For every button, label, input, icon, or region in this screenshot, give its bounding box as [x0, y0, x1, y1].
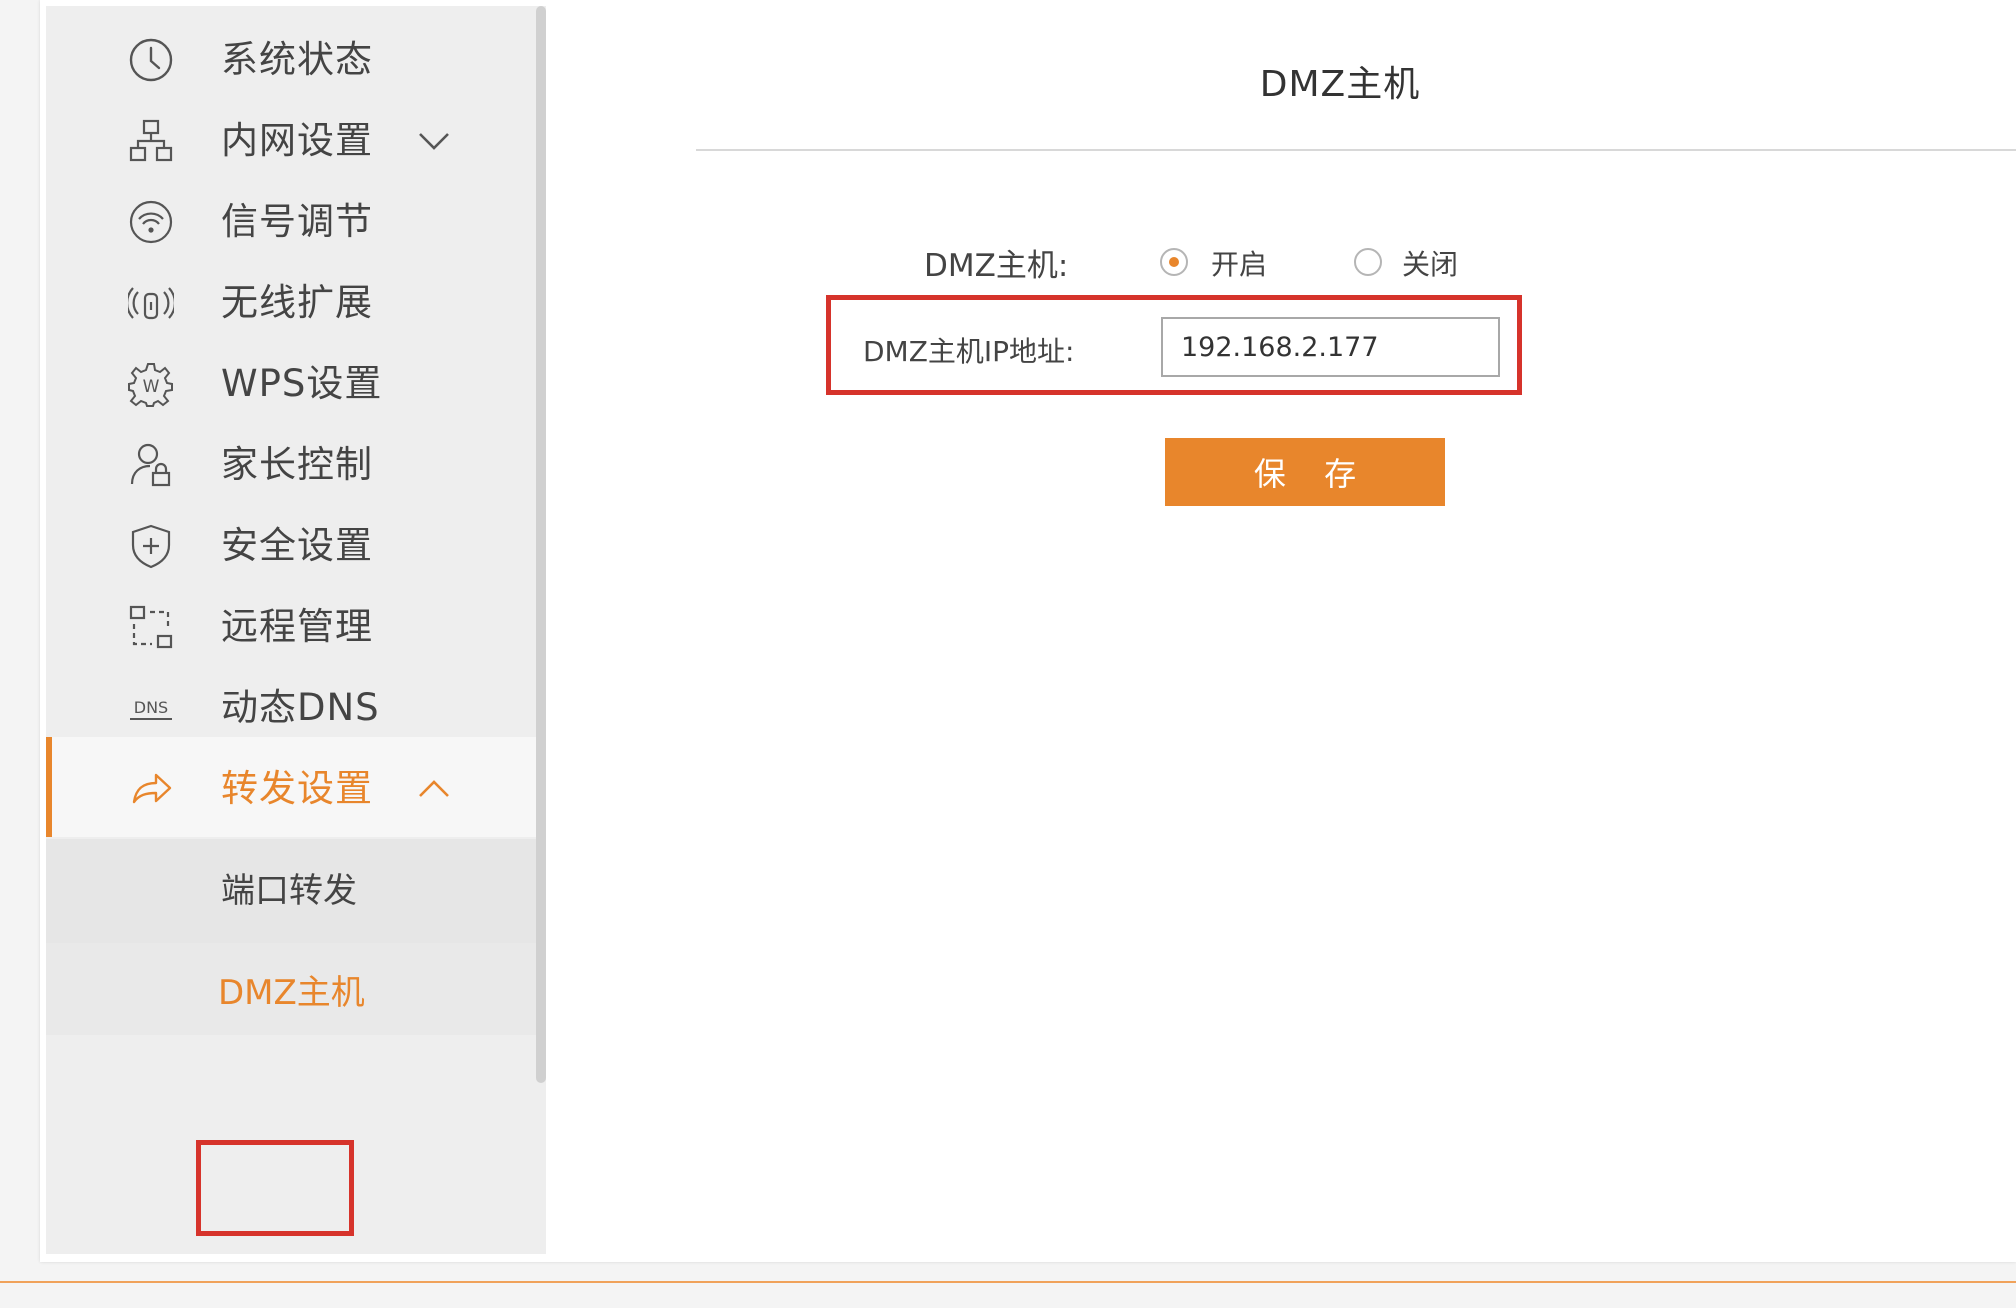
sidebar-subitem-port-forwarding[interactable]: 端口转发 — [46, 839, 536, 943]
dns-icon: DNS — [128, 685, 174, 731]
sidebar-subitem-label: DMZ主机 — [218, 973, 365, 1013]
sidebar-item-forwarding[interactable]: 转发设置 — [46, 737, 536, 837]
router-admin-window: 系统状态 内网设置 信号调节 无线扩展 W WPS设置 家长控制 安全设置 远程… — [40, 0, 2016, 1262]
clock-icon — [128, 37, 174, 83]
signal-icon — [128, 199, 174, 245]
dmz-ip-label: DMZ主机IP地址: — [863, 335, 1075, 368]
chevron-down-icon[interactable] — [416, 123, 452, 159]
dmz-toggle-label: DMZ主机: — [924, 248, 1069, 284]
chevron-up-icon[interactable] — [416, 771, 452, 807]
network-icon — [128, 118, 174, 164]
highlight-box-dmz-menu — [196, 1140, 354, 1236]
extender-icon — [128, 280, 174, 326]
sidebar-subitem-label: 端口转发 — [221, 871, 357, 911]
sidebar-item-label: 转发设置 — [221, 767, 373, 810]
save-button[interactable]: 保 存 — [1165, 438, 1445, 506]
shield-icon — [128, 523, 174, 569]
wps-gear-icon: W — [128, 361, 174, 407]
remote-icon — [128, 604, 174, 650]
parental-icon — [128, 442, 174, 488]
svg-text:W: W — [143, 377, 160, 397]
forward-icon — [128, 766, 174, 812]
active-indicator — [46, 737, 52, 837]
sidebar-subitem-dmz-host[interactable]: DMZ主机 — [46, 943, 536, 1035]
sidebar: 系统状态 内网设置 信号调节 无线扩展 W WPS设置 家长控制 安全设置 远程… — [46, 6, 546, 1254]
svg-text:DNS: DNS — [134, 698, 168, 717]
dmz-ip-input[interactable] — [1161, 317, 1500, 377]
page-title: DMZ主机 — [1259, 64, 1421, 105]
footer-line — [0, 1281, 2016, 1283]
title-divider — [696, 149, 2016, 151]
radio-enable-label[interactable]: 开启 — [1211, 243, 1267, 283]
sidebar-scrollbar[interactable] — [536, 6, 546, 1083]
radio-disable[interactable] — [1354, 248, 1382, 276]
radio-enable[interactable] — [1160, 248, 1188, 276]
radio-disable-label[interactable]: 关闭 — [1402, 243, 1458, 283]
